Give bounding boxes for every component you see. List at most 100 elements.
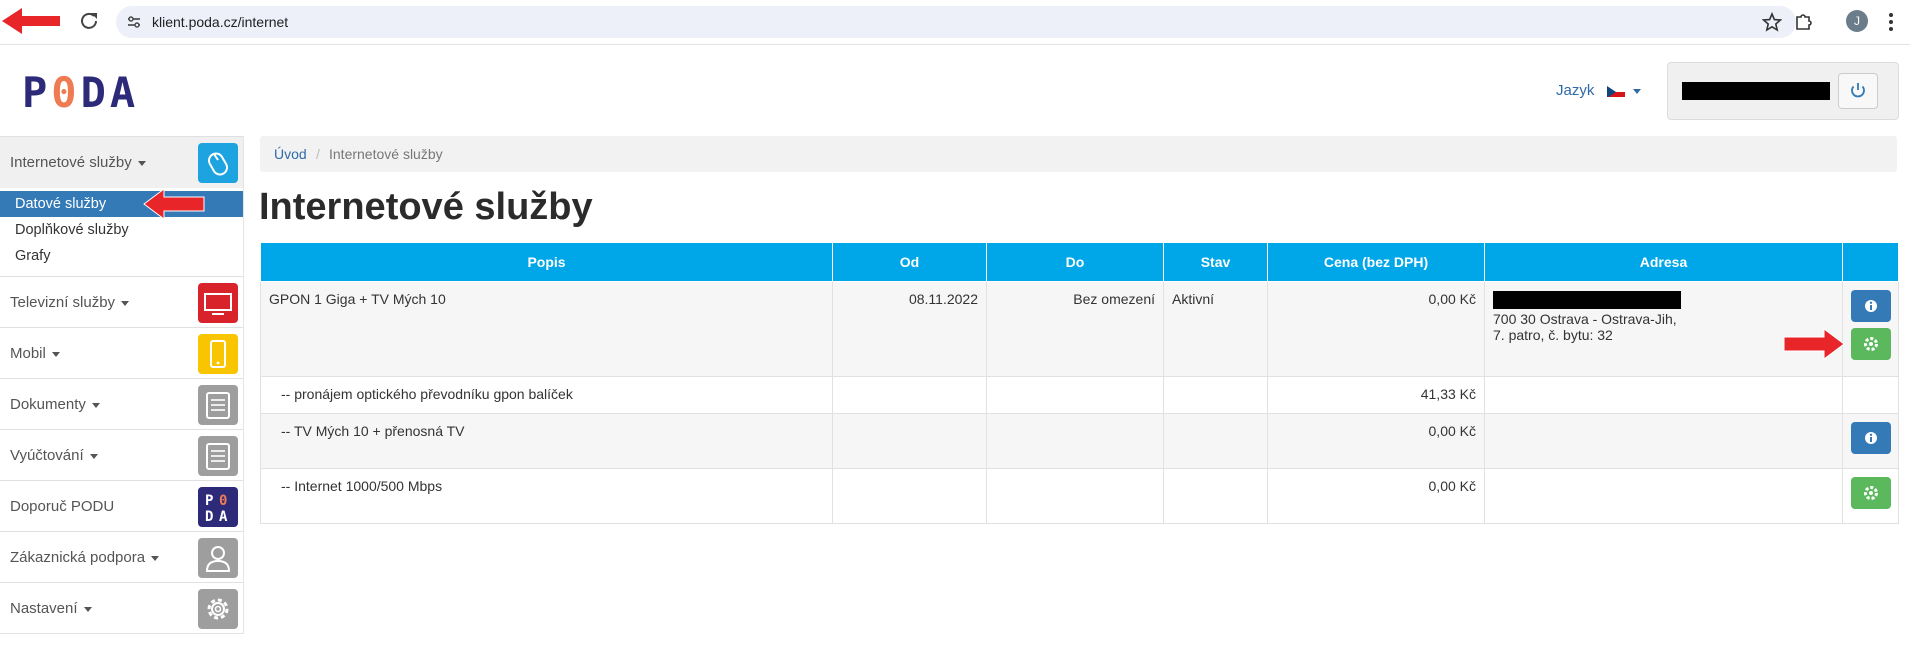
chevron-down-icon <box>137 160 146 166</box>
chevron-down-icon <box>91 402 100 408</box>
redacted-username <box>1682 82 1830 100</box>
chevron-down-icon <box>151 555 160 561</box>
cell-from <box>832 376 987 414</box>
cell-price: 41,33 Kč <box>1267 376 1485 414</box>
profile-avatar[interactable]: J <box>1846 10 1868 32</box>
address-line-1: 700 30 Ostrava - Ostrava-Jih, <box>1493 311 1677 327</box>
submenu-item-graphs[interactable]: Grafy <box>0 243 243 269</box>
cell-to <box>986 376 1164 414</box>
table-row: -- Internet 1000/500 Mbps 0,00 Kč <box>260 468 1899 524</box>
settings-button[interactable] <box>1850 477 1891 509</box>
table-row: -- pronájem optického převodníku gpon ba… <box>260 376 1899 414</box>
chevron-down-icon <box>121 300 130 306</box>
reload-icon[interactable] <box>78 10 100 32</box>
poda-tile-icon: P0 DA <box>198 487 238 527</box>
info-button[interactable] <box>1850 290 1891 322</box>
services-table: Popis Od Do Stav Cena (bez DPH) Adresa G… <box>260 242 1899 524</box>
cell-from <box>832 468 987 524</box>
table-header-row: Popis Od Do Stav Cena (bez DPH) Adresa <box>260 242 1899 282</box>
cell-actions <box>1842 413 1899 469</box>
address-bar[interactable]: klient.poda.cz/internet <box>116 6 1796 38</box>
cell-address <box>1484 413 1843 469</box>
cell-address <box>1484 468 1843 524</box>
cell-price: 0,00 Kč <box>1267 281 1485 377</box>
breadcrumb-home-link[interactable]: Úvod <box>274 146 307 162</box>
cell-description: -- TV Mých 10 + přenosná TV <box>260 413 833 469</box>
gear-icon <box>198 589 238 629</box>
info-icon <box>1864 300 1877 312</box>
chevron-down-icon <box>51 351 60 357</box>
cell-from: 08.11.2022 <box>832 281 987 377</box>
svg-text:P: P <box>205 493 213 509</box>
cell-to: Bez omezení <box>986 281 1164 377</box>
column-header-actions <box>1842 242 1899 282</box>
sidebar-item-settings[interactable]: Nastavení <box>0 582 243 634</box>
submenu-item-data-services[interactable]: Datové služby <box>0 191 243 217</box>
sidebar-item-tv[interactable]: Televizní služby <box>0 276 243 328</box>
sidebar-item-documents[interactable]: Dokumenty <box>0 378 243 430</box>
cell-description: -- Internet 1000/500 Mbps <box>260 468 833 524</box>
svg-text:D: D <box>205 509 213 525</box>
power-icon <box>1851 83 1865 98</box>
sidebar-item-internet[interactable]: Internetové služby <box>0 136 243 188</box>
mouse-icon <box>198 143 238 183</box>
phone-icon <box>198 334 238 374</box>
poda-logo[interactable]: P0DA <box>22 68 139 117</box>
sidebar-item-support[interactable]: Zákaznická podpora <box>0 531 243 583</box>
language-label: Jazyk <box>1556 82 1595 99</box>
page-title: Internetové služby <box>259 186 593 228</box>
cell-to <box>986 468 1164 524</box>
sidebar-item-mobile[interactable]: Mobil <box>0 327 243 379</box>
redacted-street <box>1493 291 1681 309</box>
cell-price: 0,00 Kč <box>1267 468 1485 524</box>
cell-from <box>832 413 987 469</box>
document-icon <box>198 385 238 425</box>
cell-description: GPON 1 Giga + TV Mých 10 <box>260 281 833 377</box>
table-row: -- TV Mých 10 + přenosná TV 0,00 Kč <box>260 413 1899 469</box>
info-icon <box>1864 432 1877 444</box>
url-text: klient.poda.cz/internet <box>152 14 289 30</box>
cell-status: Aktivní <box>1163 281 1268 377</box>
bookmark-star-icon[interactable] <box>1762 12 1782 32</box>
cell-price: 0,00 Kč <box>1267 413 1485 469</box>
sidebar-item-billing[interactable]: Vyúčtování <box>0 429 243 481</box>
column-header-address[interactable]: Adresa <box>1484 242 1843 282</box>
cell-address <box>1484 376 1843 414</box>
tv-icon <box>198 283 238 323</box>
user-panel <box>1667 62 1899 120</box>
annotation-arrow-right <box>1783 328 1845 360</box>
czech-flag-icon <box>1606 85 1625 98</box>
cell-to <box>986 413 1164 469</box>
cell-status <box>1163 468 1268 524</box>
language-selector[interactable]: Jazyk <box>1556 82 1641 99</box>
cell-actions <box>1842 281 1899 377</box>
chevron-down-icon <box>83 606 92 612</box>
column-header-from[interactable]: Od <box>832 242 987 282</box>
gear-icon <box>1863 486 1878 500</box>
submenu-item-additional-services[interactable]: Doplňkové služby <box>0 217 243 243</box>
annotation-arrow-left <box>143 188 205 220</box>
cell-actions <box>1842 376 1899 414</box>
gear-icon <box>1863 337 1878 351</box>
svg-text:0: 0 <box>219 493 227 509</box>
column-header-to[interactable]: Do <box>986 242 1164 282</box>
back-arrow-icon[interactable] <box>0 6 64 36</box>
chevron-down-icon <box>89 453 98 459</box>
column-header-price[interactable]: Cena (bez DPH) <box>1267 242 1485 282</box>
column-header-status[interactable]: Stav <box>1163 242 1268 282</box>
sidebar-item-recommend[interactable]: Doporuč PODU P0 DA <box>0 480 243 532</box>
invoice-icon <box>198 436 238 476</box>
settings-button[interactable] <box>1850 328 1891 360</box>
cell-actions <box>1842 468 1899 524</box>
logout-button[interactable] <box>1838 73 1878 109</box>
extensions-icon[interactable] <box>1792 10 1816 34</box>
info-button[interactable] <box>1850 422 1891 454</box>
breadcrumb-current: Internetové služby <box>329 146 443 162</box>
site-settings-icon[interactable] <box>126 14 142 30</box>
column-header-description[interactable]: Popis <box>260 242 833 282</box>
table-row: GPON 1 Giga + TV Mých 10 08.11.2022 Bez … <box>260 281 1899 377</box>
chevron-down-icon <box>1632 88 1641 94</box>
svg-text:A: A <box>219 509 228 525</box>
breadcrumb-separator: / <box>316 146 320 162</box>
kebab-menu-icon[interactable] <box>1886 10 1896 34</box>
